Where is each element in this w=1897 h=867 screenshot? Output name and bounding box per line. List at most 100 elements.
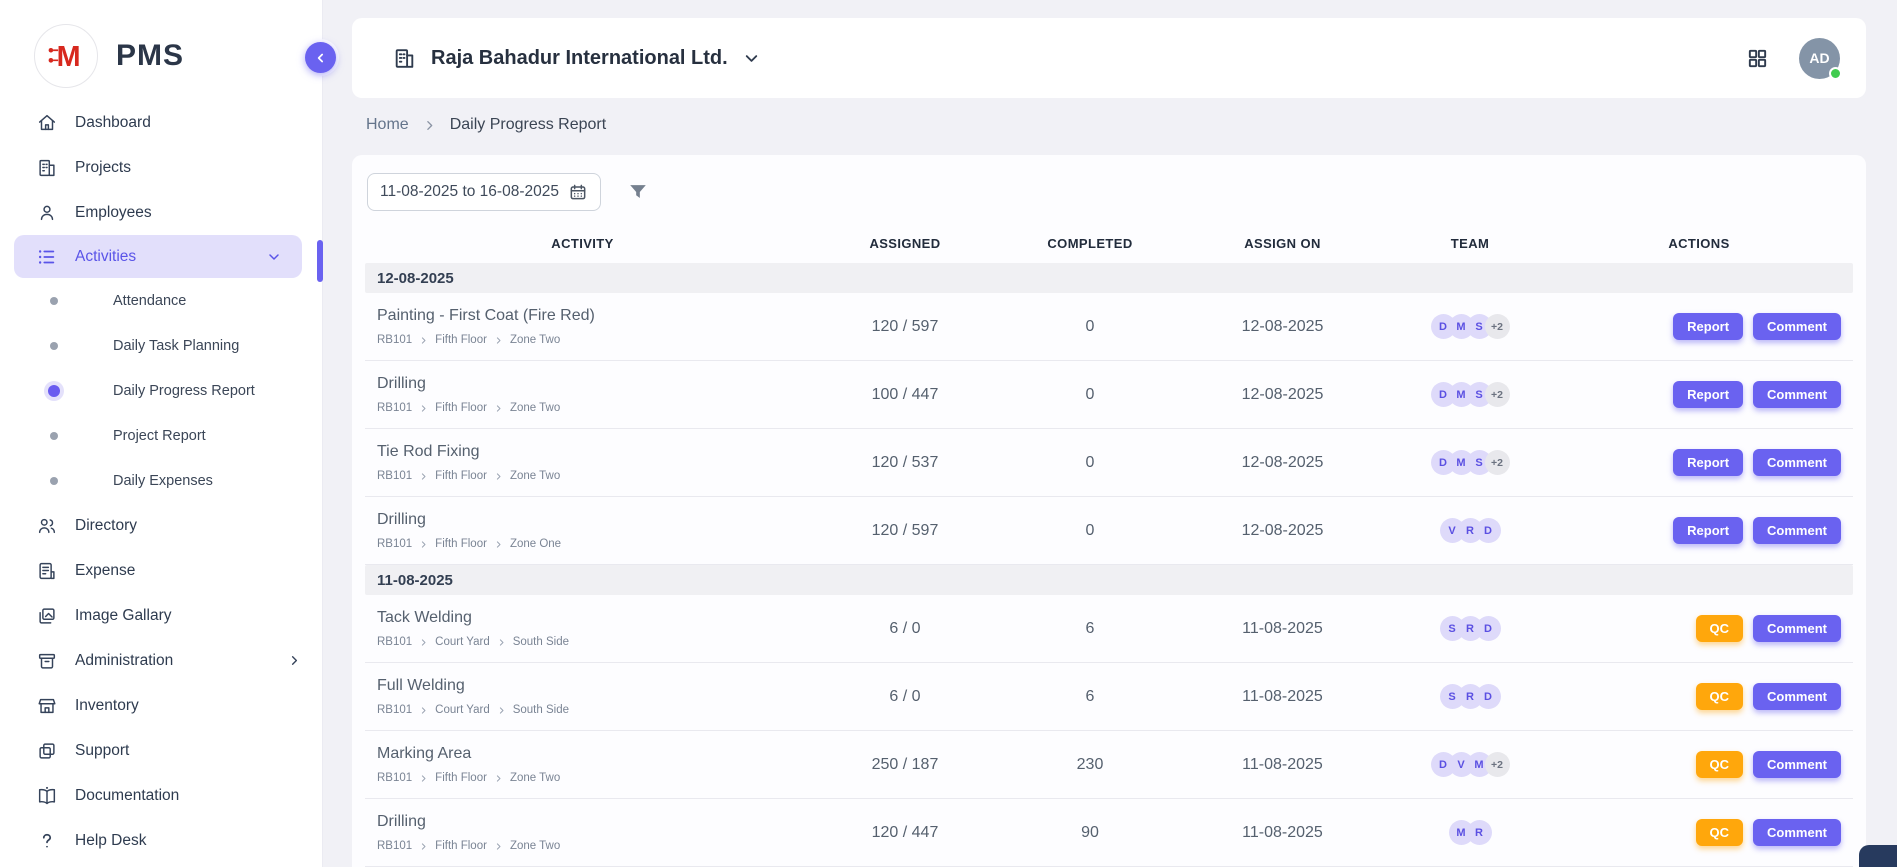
sidebar-item-administration[interactable]: Administration — [0, 638, 322, 683]
team-avatars: SRD — [1395, 616, 1545, 641]
qc-button[interactable]: QC — [1696, 683, 1744, 710]
assigned-value: 100 / 447 — [800, 386, 1010, 404]
assign-on-value: 12-08-2025 — [1170, 522, 1395, 540]
archive-icon — [36, 650, 58, 672]
location-segment: RB101 — [377, 538, 412, 550]
person-icon — [36, 202, 58, 224]
activity-row: Drilling RB101Fifth FloorZone Two 120 / … — [365, 799, 1853, 867]
sidebar-subitem-label: Daily Expenses — [113, 473, 213, 489]
activity-row: Full Welding RB101Court YardSouth Side 6… — [365, 663, 1853, 731]
chevron-right-icon — [494, 336, 503, 345]
date-group-row: 11-08-2025 — [365, 565, 1853, 595]
group-date: 12-08-2025 — [377, 270, 454, 287]
team-member-avatar: R — [1467, 820, 1492, 845]
comment-button[interactable]: Comment — [1753, 381, 1841, 408]
comment-button[interactable]: Comment — [1753, 313, 1841, 340]
activity-location-path: RB101Fifth FloorZone Two — [377, 840, 800, 852]
sidebar-subitem-label: Daily Progress Report — [113, 383, 255, 399]
comment-button[interactable]: Comment — [1753, 819, 1841, 846]
location-segment: RB101 — [377, 402, 412, 414]
date-range-input[interactable]: 11-08-2025 to 16-08-2025 — [367, 173, 601, 211]
comment-button[interactable]: Comment — [1753, 449, 1841, 476]
sidebar-item-inventory[interactable]: Inventory — [0, 683, 322, 728]
report-button[interactable]: Report — [1673, 449, 1743, 476]
chevron-right-icon — [419, 336, 428, 345]
sidebar-item-employees[interactable]: Employees — [0, 190, 322, 235]
sidebar-item-support[interactable]: Support — [0, 728, 322, 773]
assigned-value: 120 / 447 — [800, 824, 1010, 842]
filter-funnel-icon[interactable] — [627, 181, 649, 203]
team-avatars: MR — [1395, 820, 1545, 845]
chevron-right-icon — [497, 706, 506, 715]
comment-button[interactable]: Comment — [1753, 615, 1841, 642]
chevron-right-icon — [494, 472, 503, 481]
sidebar-item-label: Activities — [75, 248, 136, 266]
sidebar-subitem-daily-progress-report[interactable]: Daily Progress Report — [0, 368, 322, 413]
location-segment: Zone Two — [510, 772, 560, 784]
assigned-value: 250 / 187 — [800, 756, 1010, 774]
column-header-actions: ACTIONS — [1545, 236, 1853, 251]
sidebar-collapse-button[interactable] — [305, 42, 336, 73]
assigned-value: 120 / 597 — [800, 318, 1010, 336]
sidebar-item-expense[interactable]: Expense — [0, 548, 322, 593]
team-member-avatar: D — [1476, 616, 1501, 641]
sidebar-item-help-desk[interactable]: Help Desk — [0, 818, 322, 863]
sidebar-subitem-daily-task-planning[interactable]: Daily Task Planning — [0, 323, 322, 368]
completed-value: 0 — [1010, 522, 1170, 540]
report-button[interactable]: Report — [1673, 381, 1743, 408]
report-button[interactable]: Report — [1673, 517, 1743, 544]
sidebar-item-label: Documentation — [75, 787, 179, 805]
sidebar-item-image-gallary[interactable]: Image Gallary — [0, 593, 322, 638]
corner-widget[interactable] — [1859, 845, 1897, 867]
sidebar-subitem-daily-expenses[interactable]: Daily Expenses — [0, 458, 322, 503]
breadcrumb-home[interactable]: Home — [366, 116, 409, 134]
sidebar-item-directory[interactable]: Directory — [0, 503, 322, 548]
activity-location-path: RB101Fifth FloorZone One — [377, 538, 800, 550]
completed-value: 0 — [1010, 318, 1170, 336]
assigned-value: 6 / 0 — [800, 620, 1010, 638]
report-button[interactable]: Report — [1673, 313, 1743, 340]
sidebar: M PMS Dashboard Projects Employees Activ… — [0, 0, 323, 867]
apps-grid-icon[interactable] — [1746, 47, 1769, 70]
sidebar-item-label: Employees — [75, 204, 152, 222]
activity-row: Painting - First Coat (Fire Red) RB101Fi… — [365, 293, 1853, 361]
bullet-icon — [50, 432, 58, 440]
team-avatars: DMS+2 — [1395, 314, 1545, 339]
comment-button[interactable]: Comment — [1753, 683, 1841, 710]
chevron-right-icon — [419, 638, 428, 647]
location-segment: Zone Two — [510, 840, 560, 852]
sidebar-item-label: Help Desk — [75, 832, 147, 850]
sidebar-item-activities[interactable]: Activities — [14, 235, 302, 278]
sidebar-item-projects[interactable]: Projects — [0, 145, 322, 190]
building-icon — [36, 157, 58, 179]
store-icon — [36, 695, 58, 717]
row-actions: QC Comment — [1545, 683, 1853, 710]
row-actions: Report Comment — [1545, 449, 1853, 476]
comment-button[interactable]: Comment — [1753, 751, 1841, 778]
qc-button[interactable]: QC — [1696, 819, 1744, 846]
company-selector[interactable]: Raja Bahadur International Ltd. — [392, 46, 761, 71]
chevron-right-icon — [419, 706, 428, 715]
user-avatar[interactable]: AD — [1799, 38, 1840, 79]
column-header-assign-on: ASSIGN ON — [1170, 236, 1395, 251]
activity-location-path: RB101Fifth FloorZone Two — [377, 470, 800, 482]
comment-button[interactable]: Comment — [1753, 517, 1841, 544]
row-actions: QC Comment — [1545, 819, 1853, 846]
book-icon — [36, 785, 58, 807]
qc-button[interactable]: QC — [1696, 615, 1744, 642]
sidebar-item-dashboard[interactable]: Dashboard — [0, 100, 322, 145]
activity-title: Painting - First Coat (Fire Red) — [377, 307, 800, 325]
sidebar-subitem-attendance[interactable]: Attendance — [0, 278, 322, 323]
assign-on-value: 11-08-2025 — [1170, 756, 1395, 774]
location-segment: Zone Two — [510, 402, 560, 414]
team-member-avatar: D — [1476, 518, 1501, 543]
sidebar-subitem-project-report[interactable]: Project Report — [0, 413, 322, 458]
sidebar-item-documentation[interactable]: Documentation — [0, 773, 322, 818]
chevron-right-icon — [419, 404, 428, 413]
qc-button[interactable]: QC — [1696, 751, 1744, 778]
completed-value: 6 — [1010, 620, 1170, 638]
sidebar-subitem-label: Project Report — [113, 428, 206, 444]
topbar: Raja Bahadur International Ltd. AD — [352, 18, 1866, 98]
assign-on-value: 11-08-2025 — [1170, 620, 1395, 638]
location-segment: RB101 — [377, 840, 412, 852]
